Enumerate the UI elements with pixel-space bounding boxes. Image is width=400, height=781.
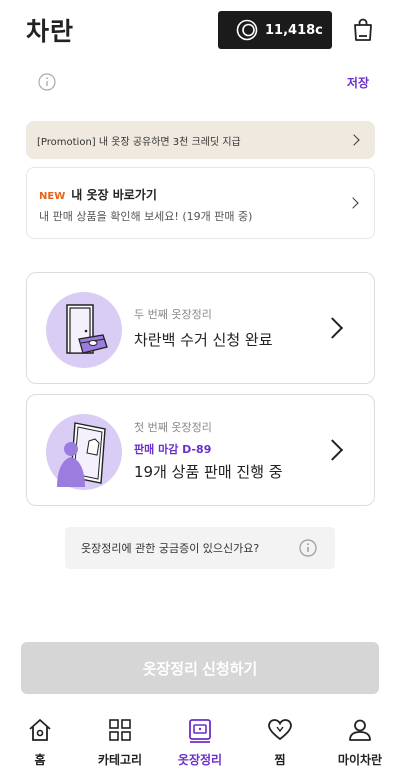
card-status-text: 차란백 수거 신청 완료	[134, 331, 273, 349]
chevron-right-icon	[321, 317, 344, 339]
closet-shortcut-subtitle: 내 판매 상품을 확인해 보세요! (19개 판매 중)	[39, 210, 253, 223]
user-icon	[349, 719, 371, 741]
door-bag-illustration	[46, 292, 122, 368]
closet-cleanup-card-first[interactable]: 첫 번째 옷장정리 판매 마감 D-89 19개 상품 판매 진행 중	[26, 394, 375, 506]
info-icon	[299, 539, 317, 557]
tab-home[interactable]: 홈	[0, 707, 80, 781]
promotion-text: [Promotion] 내 옷장 공유하면 3천 크레딧 지급	[37, 136, 241, 148]
tab-closet-cleanup[interactable]: 옷장정리	[160, 707, 240, 781]
category-grid-icon	[109, 719, 131, 741]
credit-balance-button[interactable]: 11,418c	[218, 11, 332, 49]
chevron-right-icon	[348, 134, 360, 146]
closet-icon	[189, 719, 211, 743]
promotion-banner[interactable]: [Promotion] 내 옷장 공유하면 3천 크레딧 지급	[26, 121, 375, 159]
info-row: 저장	[0, 66, 400, 100]
faq-banner[interactable]: 옷장정리에 관한 궁금증이 있으신가요?	[65, 527, 335, 569]
apply-closet-cleanup-button[interactable]: 옷장정리 신청하기	[21, 642, 379, 694]
app-logo[interactable]: 차란	[26, 12, 74, 48]
card-status-text: 19개 상품 판매 진행 중	[134, 463, 283, 481]
shopping-bag-icon[interactable]	[352, 18, 374, 42]
app-header: 차란 11,418c	[0, 0, 400, 58]
tab-label: 홈	[34, 753, 46, 767]
tab-my-charan[interactable]: 마이차란	[320, 707, 400, 781]
bottom-tab-bar: 홈 카테고리 옷장정리 찜 마이차란	[0, 707, 400, 781]
chevron-right-icon	[321, 439, 344, 461]
card-round-label: 첫 번째 옷장정리	[134, 421, 212, 434]
info-icon[interactable]	[38, 73, 56, 91]
card-deadline-text: 판매 마감 D-89	[134, 443, 212, 456]
tab-label: 카테고리	[97, 753, 143, 767]
tab-category[interactable]: 카테고리	[80, 707, 160, 781]
credit-amount: 11,418c	[265, 22, 323, 38]
my-closet-shortcut[interactable]: NEW 내 옷장 바로가기 내 판매 상품을 확인해 보세요! (19개 판매 중…	[26, 167, 375, 239]
tab-wishlist[interactable]: 찜	[240, 707, 320, 781]
card-round-label: 두 번째 옷장정리	[134, 308, 212, 321]
heart-icon	[268, 719, 292, 741]
chevron-right-icon	[347, 197, 359, 209]
apply-button-label: 옷장정리 신청하기	[142, 660, 258, 678]
tab-label: 찜	[274, 753, 286, 767]
closet-shortcut-title-row: NEW 내 옷장 바로가기	[39, 186, 157, 203]
tab-label: 마이차란	[337, 753, 383, 767]
credit-coin-icon	[236, 19, 258, 41]
mirror-person-illustration	[46, 414, 122, 490]
faq-text: 옷장정리에 관한 궁금증이 있으신가요?	[81, 542, 260, 555]
closet-cleanup-card-second[interactable]: 두 번째 옷장정리 차란백 수거 신청 완료	[26, 272, 375, 384]
closet-shortcut-title: 내 옷장 바로가기	[71, 188, 157, 202]
home-icon	[29, 719, 51, 741]
save-link[interactable]: 저장	[347, 74, 369, 91]
tab-label: 옷장정리	[177, 753, 223, 767]
new-badge: NEW	[39, 191, 66, 202]
